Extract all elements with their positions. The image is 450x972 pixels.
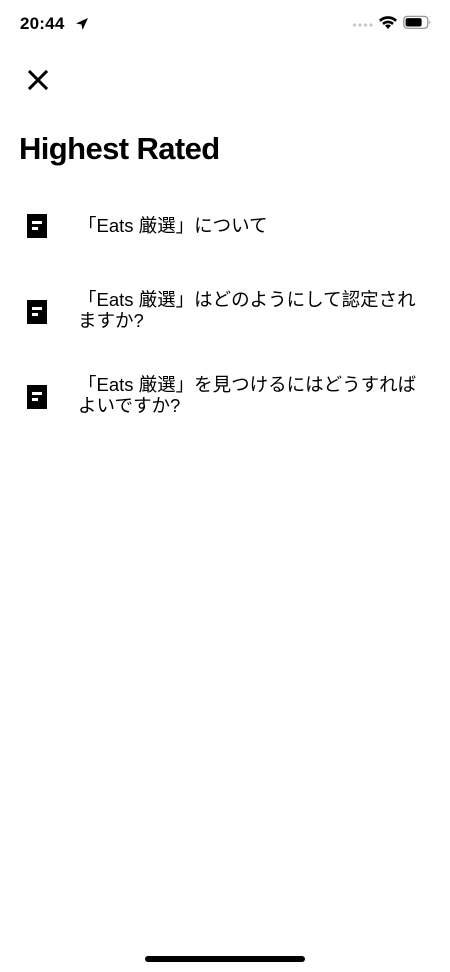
document-icon bbox=[27, 385, 47, 409]
help-article-item[interactable]: 「Eats 厳選」について bbox=[0, 210, 450, 250]
document-icon bbox=[27, 300, 47, 324]
document-icon bbox=[27, 214, 47, 238]
help-article-title: 「Eats 厳選」はどのようにして認定されますか? bbox=[78, 289, 416, 331]
help-article-item[interactable]: 「Eats 厳選」はどのようにして認定されますか? bbox=[0, 288, 450, 340]
help-article-title: 「Eats 厳選」について bbox=[78, 215, 268, 236]
battery-icon bbox=[403, 15, 431, 29]
wifi-icon bbox=[379, 16, 397, 29]
home-indicator bbox=[145, 956, 305, 962]
location-arrow-icon bbox=[76, 18, 88, 30]
help-article-title: 「Eats 厳選」を見つけるにはどうすればよいですか? bbox=[78, 374, 417, 416]
close-icon bbox=[27, 69, 49, 91]
page-title: Highest Rated bbox=[19, 131, 220, 166]
status-bar: 20:44 bbox=[0, 0, 450, 50]
cellular-signal-icon bbox=[352, 23, 373, 27]
status-time: 20:44 bbox=[20, 14, 65, 33]
close-button[interactable] bbox=[20, 62, 56, 98]
help-article-item[interactable]: 「Eats 厳選」を見つけるにはどうすればよいですか? bbox=[0, 373, 450, 425]
